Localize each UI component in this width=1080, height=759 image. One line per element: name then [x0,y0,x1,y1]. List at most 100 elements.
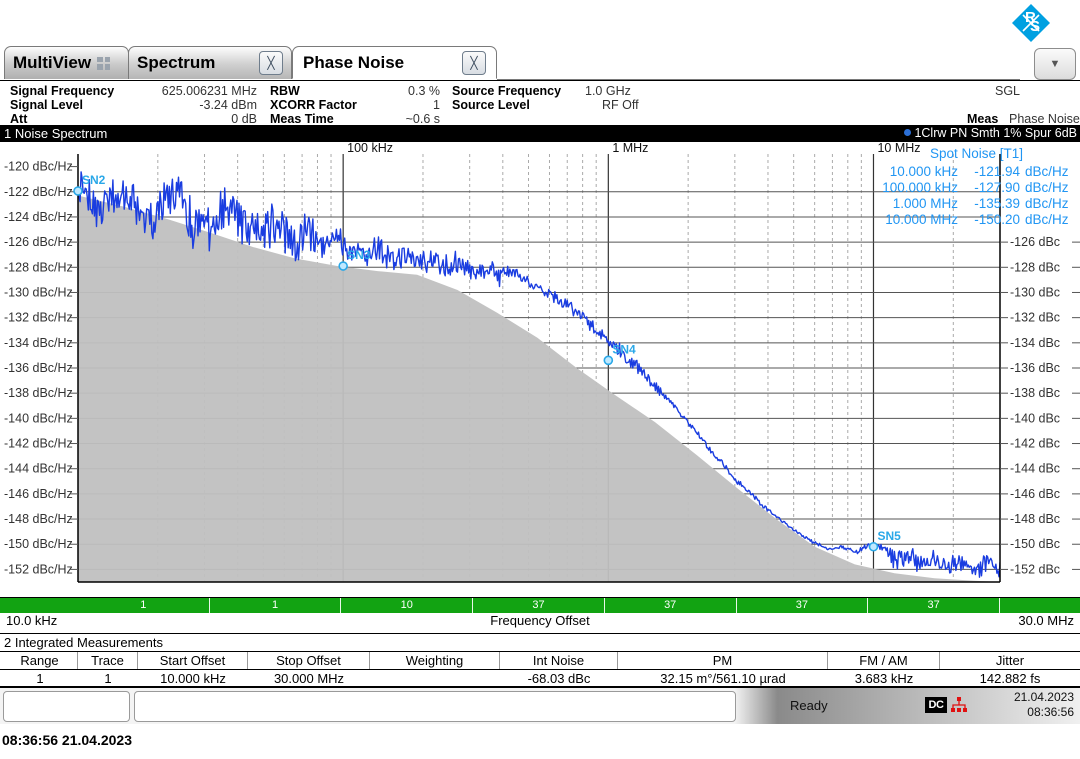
svg-text:-130 dBc: -130 dBc [1010,285,1060,299]
dc-coupling-icon: DC [925,697,947,713]
svg-text:-132 dBc/Hz: -132 dBc/Hz [4,311,73,325]
table-cell: 1 [36,671,44,686]
source-level-label: Source Level [452,98,530,112]
tab-multiview-label: MultiView [13,53,92,72]
tab-bar: MultiView Spectrum ╳ Phase Noise ╳ ▼ [0,46,1080,80]
svg-text:-124 dBc/Hz: -124 dBc/Hz [4,210,73,224]
table-cell: 1 [104,671,112,686]
svg-text:-132 dBc: -132 dBc [1010,311,1060,325]
close-icon[interactable]: ╳ [462,50,486,75]
svg-text:-120 dBc/Hz: -120 dBc/Hz [4,160,73,174]
column-header: Weighting [370,652,500,670]
status-bar: Ready DC 21.04.2023 08:36:56 [0,688,1080,724]
table-cell: -68.03 dBc [527,671,591,686]
trace-settings-label: 1Clrw PN Smth 1% Spur 6dB [904,125,1077,142]
close-icon[interactable]: ╳ [259,51,283,75]
tab-spectrum-label: Spectrum [137,53,216,72]
svg-text:-126 dBc: -126 dBc [1010,235,1060,249]
measurements-title: 2 Integrated Measurements [4,635,163,650]
footer-timestamp: 08:36:56 21.04.2023 [2,732,132,748]
svg-text:SN3: SN3 [347,248,371,262]
svg-text:-152 dBc/Hz: -152 dBc/Hz [4,562,73,576]
svg-text:-136 dBc/Hz: -136 dBc/Hz [4,361,73,375]
svg-text:-134 dBc: -134 dBc [1010,336,1060,350]
tab-multiview[interactable]: MultiView [4,46,129,79]
table-cell: 32.15 m°/561.10 µrad [660,671,786,686]
svg-text:-134 dBc/Hz: -134 dBc/Hz [4,336,73,350]
svg-text:-138 dBc: -138 dBc [1010,386,1060,400]
svg-text:SN5: SN5 [877,529,901,543]
svg-text:100 kHz: 100 kHz [347,142,393,155]
chevron-down-icon[interactable]: ▼ [1034,48,1076,80]
svg-text:-130 dBc/Hz: -130 dBc/Hz [4,285,73,299]
column-header: Int Noise [500,652,618,670]
column-header: Range [2,652,78,670]
svg-text:1 MHz: 1 MHz [612,142,648,155]
status-input-wide[interactable] [134,691,736,722]
screenshot-timestamp-footer: 08:36:56 21.04.2023 [0,728,1080,759]
segment-4: 37 [473,598,605,613]
svg-text:10.000 MHz: 10.000 MHz [885,212,958,227]
source-frequency-value: 1.0 GHz [585,84,631,98]
segment-1: 1 [78,598,210,613]
svg-text:dBc/Hz: dBc/Hz [1025,212,1069,227]
column-header: Jitter [995,653,1025,668]
svg-text:-135.39: -135.39 [974,196,1020,211]
plot-title: 1 Noise Spectrum [4,126,108,141]
sgl-status: SGL [995,84,1021,98]
svg-text:-138 dBc/Hz: -138 dBc/Hz [4,386,73,400]
table-cell: 3.683 kHz [854,671,914,686]
svg-text:-146 dBc: -146 dBc [1010,487,1060,501]
signal-frequency-value: 625.006231 MHz [161,84,257,98]
measurements-header-row: Range Trace Start Offset Stop Offset Weighti… [0,652,1080,670]
svg-text:SN4: SN4 [612,342,636,356]
svg-text:10.000 kHz: 10.000 kHz [890,164,959,179]
svg-text:-150 dBc: -150 dBc [1010,537,1060,551]
phase-noise-plot[interactable]: -120 dBc/Hz -122 dBc/Hz -124 dBc/Hz -126 dB… [0,142,1080,597]
grid-icon [97,56,111,70]
svg-text:-148 dBc/Hz: -148 dBc/Hz [4,512,73,526]
noise-spectrum-panel: 1 Noise Spectrum 1Clrw PN Smth 1% Spur 6… [0,125,1080,635]
segment-7: 37 [868,598,1000,613]
table-cell: 30.000 MHz [273,671,345,686]
tab-bar-filler [497,46,1020,80]
svg-text:dBc/Hz: dBc/Hz [1025,196,1069,211]
measurement-info-header: Signal Frequency 625.006231 MHz Signal L… [0,80,1080,128]
xcorr-factor-value: 1 [433,98,440,112]
svg-text:-140 dBc: -140 dBc [1010,411,1060,425]
column-header: Trace [78,652,138,670]
tab-phase-noise[interactable]: Phase Noise ╳ [292,46,497,79]
source-level-value: RF Off [602,98,639,112]
signal-level-value: -3.24 dBm [199,98,257,112]
rbw-value: 0.3 % [408,84,440,98]
x-axis-row: 10.0 kHz Frequency Offset 30.0 MHz [0,613,1080,635]
table-cell: 10.000 kHz [160,671,226,686]
tab-spectrum[interactable]: Spectrum ╳ [128,46,292,79]
segment-5: 37 [605,598,737,613]
svg-text:-152 dBc: -152 dBc [1010,562,1060,576]
integrated-measurements-table: 2 Integrated Measurements Range Trace Star… [0,634,1080,688]
svg-text:-121.94: -121.94 [974,164,1020,179]
svg-text:-150.20: -150.20 [974,212,1020,227]
svg-text:-144 dBc: -144 dBc [1010,462,1060,476]
rohde-schwarz-logo: R S [1010,2,1052,44]
svg-text:1.000 MHz: 1.000 MHz [893,196,959,211]
svg-text:-142 dBc/Hz: -142 dBc/Hz [4,437,73,451]
column-header: Start Offset [138,652,248,670]
svg-text:-144 dBc/Hz: -144 dBc/Hz [4,462,73,476]
svg-text:-122 dBc/Hz: -122 dBc/Hz [4,185,73,199]
status-input-small[interactable] [3,691,130,722]
status-time: 08:36:56 [1027,705,1074,719]
svg-text:10 MHz: 10 MHz [877,142,920,155]
x-axis-title: Frequency Offset [490,613,590,628]
segment-count-bar: 1 1 10 37 37 37 37 [0,597,1080,613]
svg-text:-142 dBc: -142 dBc [1010,437,1060,451]
svg-text:-128 dBc/Hz: -128 dBc/Hz [4,260,73,274]
table-row[interactable]: 1 1 10.000 kHz 30.000 MHz -68.03 dBc 32.15 m°… [0,670,1080,687]
status-date: 21.04.2023 [1013,690,1074,704]
segment-3: 10 [341,598,474,613]
svg-text:-136 dBc: -136 dBc [1010,361,1060,375]
column-header: FM / AM [828,652,940,670]
table-cell: 142.882 fs [979,671,1041,686]
svg-text:-127.90: -127.90 [974,180,1020,195]
